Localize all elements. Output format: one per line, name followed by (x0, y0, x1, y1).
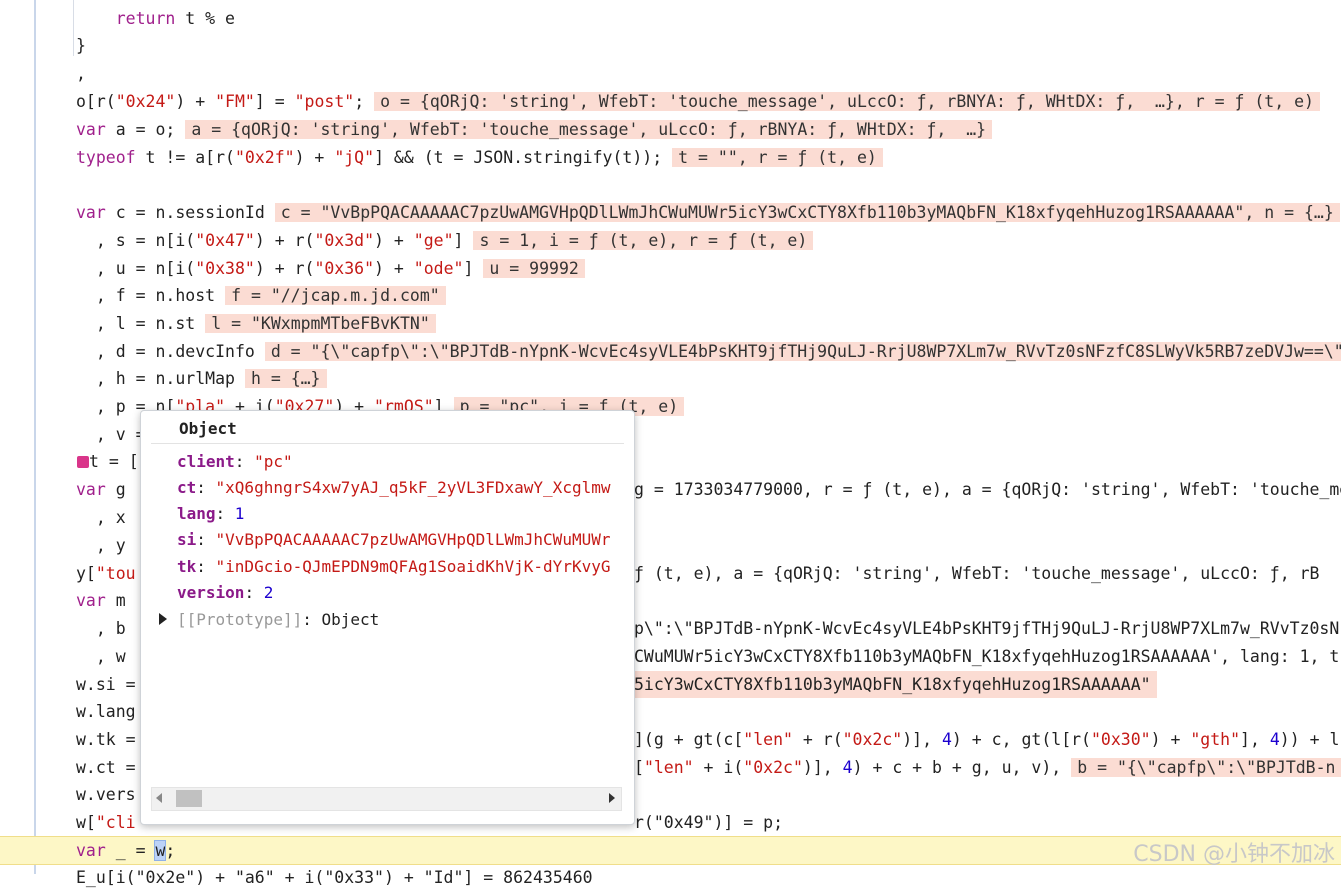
inline-value[interactable]: b = "{\"capfp\":\"BPJTdB-n (1071, 758, 1341, 777)
inline-value[interactable]: l = "KWxmpmMTbeFBvKTN" (205, 314, 436, 333)
code-line: o[r("0x24") + "FM"] = "post"; o = {qORjQ:… (0, 88, 1341, 115)
code-line: return t % e (76, 9, 235, 28)
code-line: } (76, 36, 86, 55)
watermark: CSDN @小钟不加冰 (1133, 842, 1335, 867)
code-line: , d = n.devcInfo d = "{\"capfp\":\"BPJTdB… (0, 338, 1341, 365)
code-line: , (76, 64, 86, 83)
code-line: , s = n[i("0x47") + r("0x3d") + "ge"] s =… (0, 227, 1341, 254)
inline-value[interactable]: t = "", r = ƒ (t, e) (672, 148, 883, 167)
inline-value[interactable]: u = 99992 (483, 259, 585, 278)
object-preview-popover[interactable]: Object client: "pc" ct: "xQ6ghngrS4xw7yA… (140, 410, 635, 825)
code-line: , l = n.st l = "KWxmpmMTbeFBvKTN" (0, 310, 1341, 337)
inline-value[interactable]: o = {qORjQ: 'string', WfebT: 'touche_mes… (374, 92, 1320, 111)
inline-value[interactable]: c = "VvBpPQACAAAAAC7pzUwAMGVHpQDlLWmJhCW… (274, 203, 1340, 222)
expand-triangle-icon[interactable] (159, 613, 167, 625)
horizontal-scrollbar[interactable] (151, 787, 622, 811)
hovered-token[interactable]: w (154, 840, 167, 861)
breakpoint-marker-icon[interactable] (77, 456, 89, 468)
scroll-left-icon[interactable] (156, 793, 162, 803)
property-row[interactable]: tk: "inDGcio-QJmEPDN9mQFAg1SoaidKhVjK-dY… (177, 554, 610, 580)
code-line: E_u[i("0x2e") + "a6" + i("0x33") + "Id"]… (76, 868, 593, 887)
code-line: , f = n.host f = "//jcap.m.jd.com" (0, 282, 1341, 309)
popover-title: Object (179, 419, 237, 438)
code-line: typeof t != a[r("0x2f") + "jQ"] && (t = … (0, 144, 1341, 171)
prototype-row[interactable]: [[Prototype]]: Object (159, 607, 379, 633)
property-row[interactable]: lang: 1 (177, 501, 244, 527)
inline-value[interactable]: d = "{\"capfp\":\"BPJTdB-nYpnK-WcvEc4syV… (264, 342, 1341, 361)
popover-divider (151, 443, 624, 444)
code-line: , u = n[i("0x38") + r("0x36") + "ode"] u … (0, 255, 1341, 282)
code-line: var a = o; a = {qORjQ: 'string', WfebT: '… (0, 116, 1341, 143)
code-line: , h = n.urlMap h = {…} (0, 365, 1341, 392)
property-row[interactable]: client: "pc" (177, 449, 293, 475)
scroll-right-icon[interactable] (609, 793, 615, 803)
property-row[interactable]: version: 2 (177, 580, 273, 606)
inline-value[interactable]: f = "//jcap.m.jd.com" (225, 286, 446, 305)
scrollbar-thumb[interactable] (176, 790, 202, 807)
code-line: var c = n.sessionId c = "VvBpPQACAAAAAC7p… (0, 199, 1341, 226)
property-row[interactable]: si: "VvBpPQACAAAAAC7pzUwAMGVHpQDlLWmJhCW… (177, 527, 610, 553)
inline-value[interactable]: h = {…} (244, 369, 327, 388)
property-row[interactable]: ct: "xQ6ghngrS4xw7yAJ_q5kF_2yVL3FDxawY_X… (177, 475, 610, 501)
inline-value[interactable]: a = {qORjQ: 'string', WfebT: 'touche_mes… (185, 120, 993, 139)
inline-value[interactable]: s = 1, i = ƒ (t, e), r = ƒ (t, e) (473, 231, 814, 250)
